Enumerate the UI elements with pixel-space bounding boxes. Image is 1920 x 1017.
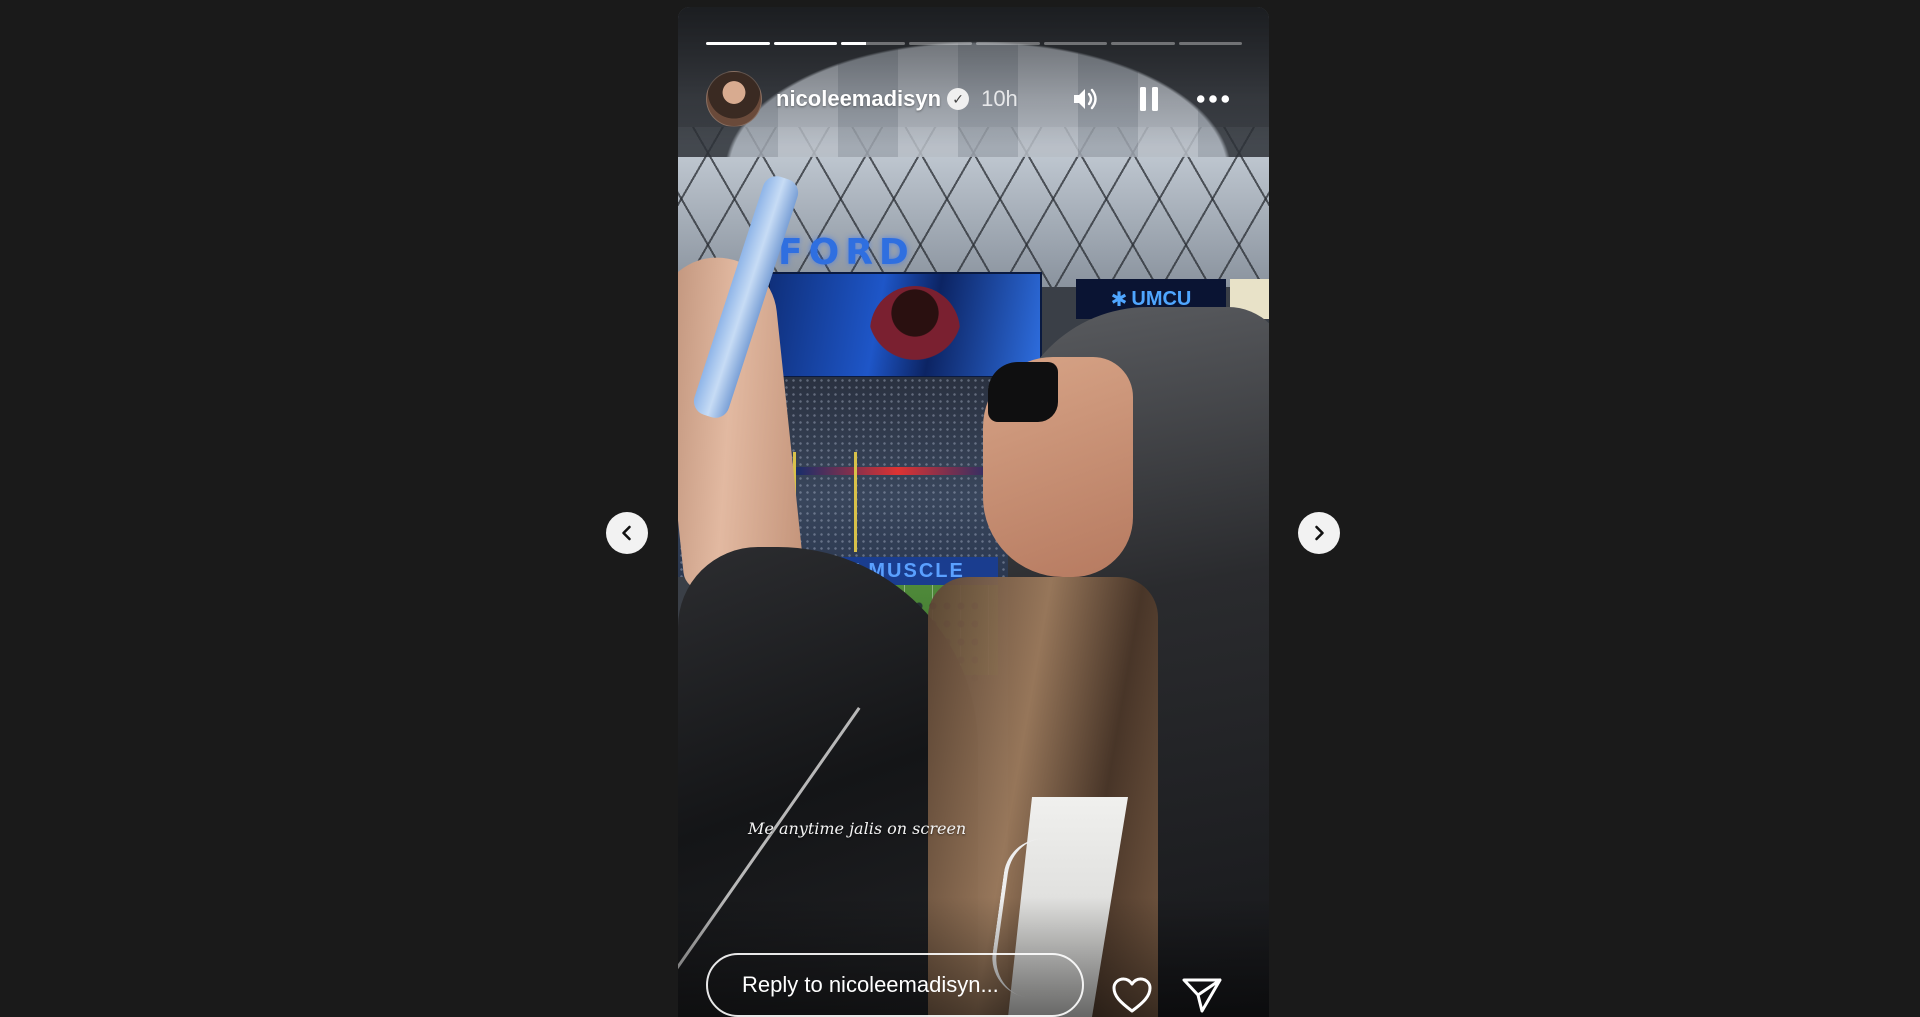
more-options-button[interactable] [1196,82,1230,116]
progress-segment [976,42,1040,45]
jumbotron-player [870,286,960,376]
story-controls [1068,82,1230,116]
more-icon [1196,95,1230,103]
progress-segment [1111,42,1175,45]
reply-input[interactable]: Reply to nicoleemadisyn... [706,953,1084,1017]
pause-icon [1140,87,1158,111]
story-progress [706,42,1242,45]
like-button[interactable] [1110,975,1154,1017]
story-viewer[interactable]: FORD FIELD ✱ UMCU MOTOR CITY MUSCLE Me a… [678,7,1269,1017]
previous-story-button[interactable] [606,512,648,554]
progress-fill [773,42,837,45]
reply-actions [1110,975,1224,1017]
progress-segment [706,42,770,45]
heart-icon [1112,977,1152,1013]
progress-segment [841,42,905,45]
progress-segment [773,42,837,45]
avatar[interactable] [706,71,762,127]
pause-button[interactable] [1132,82,1166,116]
next-story-button[interactable] [1298,512,1340,554]
star-icon: ✱ [1110,288,1128,311]
share-button[interactable] [1180,975,1224,1017]
story-caption: Me anytime jalis on screen [748,819,967,838]
goalpost [793,452,857,552]
progress-segment [1178,42,1242,45]
mute-button[interactable] [1068,82,1102,116]
jumbotron [768,272,1042,378]
username-link[interactable]: nicoleemadisyn [776,86,941,112]
progress-segment [1043,42,1107,45]
progress-fill [706,42,770,45]
verified-badge-icon: ✓ [947,88,970,110]
chevron-left-icon [622,525,631,541]
speaker-icon [1074,88,1097,110]
sunglasses [988,362,1058,422]
timestamp: 10h [981,86,1018,111]
chevron-right-icon [1315,525,1324,541]
story-header: nicoleemadisyn ✓ 10h [706,69,1246,129]
progress-fill [841,42,867,45]
progress-segment [908,42,972,45]
send-icon [1182,978,1222,1013]
stadium-sign: FORD FIELD [778,232,917,314]
